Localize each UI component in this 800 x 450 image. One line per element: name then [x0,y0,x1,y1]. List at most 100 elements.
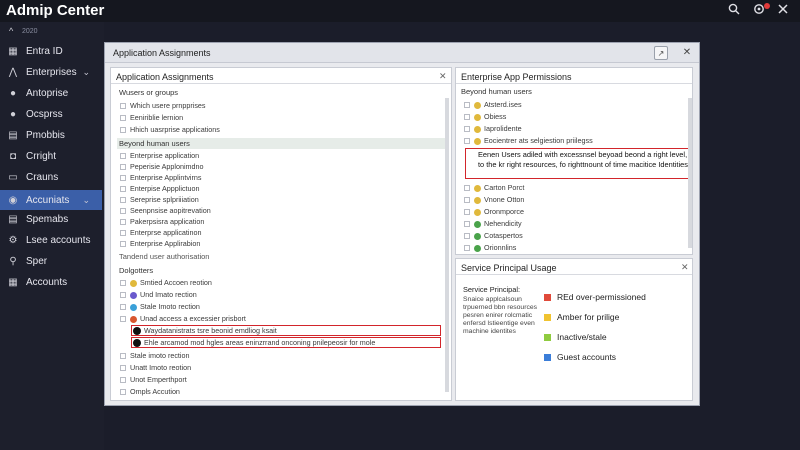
sidebar-item-label: Accounts [26,276,68,288]
sidebar-item-label: Enterprises [26,66,77,78]
users-icon: ⚙ [8,234,18,246]
section-users-groups: Wusers or groups [119,88,179,97]
close-icon[interactable] [775,3,791,19]
shield-icon: ◘ [9,150,17,162]
list-item[interactable]: Enterprise application [120,151,199,161]
list-item[interactable]: Oronmporce [464,207,524,217]
section-footer-note: Tandend user authorisation [119,252,210,261]
status-dot-icon [474,196,481,204]
scrollbar[interactable] [445,98,449,392]
permission-note-text: Eenen Users adiled with excessnsel beyoa… [478,150,690,169]
list-item[interactable]: Sereprise splpriiiation [120,195,199,205]
grid-icon: ▦ [8,45,18,57]
list-item[interactable]: Atsterd.ises [464,100,522,110]
status-dot-icon [474,208,481,216]
sidebar-item-spemabs[interactable]: ▤ Spemabs [0,209,102,229]
list-item[interactable]: Pakerpsisra application [120,217,204,227]
panel-title: Application Assignments [116,72,214,82]
close-icon[interactable]: ✕ [681,262,689,273]
list-item-highlighted[interactable]: Waydatanistrats tsre beonid emdliog ksai… [133,326,277,336]
dialog-title: Application Assignments [113,48,211,58]
list-item[interactable]: Eocientrer ats selgiestion priilegss [464,136,593,146]
status-dot-icon [474,184,481,192]
list-item[interactable]: Carton Porct [464,183,524,193]
list-item[interactable]: Enterpise Appplictuon [120,184,200,194]
status-dot-icon [474,101,481,109]
list-item[interactable]: Ompls Accution [120,387,180,397]
description-line: trpuerned bbn resources [463,304,538,311]
expand-icon[interactable]: ↗ [654,46,668,60]
user-icon: ● [9,87,17,99]
sidebar-item-enterprises[interactable]: ⋀ Enterprises ⌄ [0,62,102,82]
section-beyond-human-users: Beyond human users [119,139,190,148]
doc-icon: ▤ [8,129,18,141]
status-dot-icon [130,315,137,323]
sidebar-item-lsee-accounts[interactable]: ⚙ Lsee accounts [0,230,102,250]
status-dot-icon [474,125,481,133]
sidebar-item-label: Ocsprss [26,108,63,120]
list-item[interactable]: Hhich uasrprise applications [120,125,220,135]
status-dot-icon [130,279,137,287]
service-principal-title: Service Principal: [463,285,521,294]
sidebar-item-ocsprss[interactable]: ● Ocsprss [0,104,102,124]
highlighted-permission-note: Eenen Users adiled with excessnsel beyoa… [465,148,691,179]
close-dialog-button[interactable]: ✕ [680,46,694,60]
sidebar-item-label: Spemabs [26,213,69,225]
sidebar-item-label: Sper [26,255,48,267]
list-item[interactable]: Und Imato rection [120,290,197,300]
caret-icon: ⋀ [8,66,18,78]
sidebar-item-accounts[interactable]: ▦ Accounts [0,272,102,292]
status-dot-icon [474,232,481,240]
legend-label: Amber for prilige [557,312,620,322]
list-item[interactable]: Seenpnsise aopitrevation [120,206,211,216]
list-item[interactable]: Unad access a excessier prisbort [120,314,246,324]
list-item[interactable]: Enterprise Applintvirns [120,173,202,183]
list-item[interactable]: Unot Emperthport [120,375,187,385]
list-item[interactable]: Eeniriblie lernion [120,113,183,123]
list-item[interactable]: Iaprolidente [464,124,522,134]
dialog-header: Application Assignments ↗ ✕ [105,43,699,63]
search-icon[interactable] [726,3,742,19]
close-icon[interactable]: ✕ [439,71,447,82]
collapse-chevron-icon[interactable]: ^ [9,26,13,36]
list-item[interactable]: Vnone Otton [464,195,524,205]
sidebar-item-label: Crauns [26,171,59,183]
list-item[interactable]: Enterprse applicatinon [120,228,202,238]
list-item[interactable]: Unatt Imoto reotion [120,363,191,373]
sidebar-item-crright[interactable]: ◘ Crright [0,146,102,166]
sidebar-item-label: Entra ID [26,45,63,57]
search-icon: ⚲ [9,255,17,267]
list-item[interactable]: Orionnlins [464,243,516,253]
sidebar-item-crauns[interactable]: ▭ Crauns [0,167,102,187]
sidebar-item-antoprise[interactable]: ● Antoprise [0,83,102,103]
sidebar-item-label: Accuniats [26,194,70,206]
list-item[interactable]: Peperisie Applonimdno [120,162,204,172]
chevron-down-icon: ⌄ [82,194,90,205]
list-item[interactable]: Obiess [464,112,506,122]
list-item[interactable]: Cotaspertos [464,231,523,241]
service-principal-usage-panel: Service Principal Usage ✕ Service Princi… [455,258,693,401]
application-assignments-dialog: Application Assignments ↗ ✕ Application … [104,42,700,406]
status-dot-icon [474,220,481,228]
user-icon: ● [9,108,17,120]
list-item[interactable]: Nehendicity [464,219,522,229]
list-item[interactable]: Which usere prnpprises [120,101,206,111]
status-dot-icon [474,113,481,121]
enterprise-app-permissions-panel: Enterprise App Permissions Beyond human … [455,67,693,255]
list-item[interactable]: Enterprise Applirabion [120,239,200,249]
sidebar-item-pmobbis[interactable]: ▤ Pmobbis [0,125,102,145]
scrollbar[interactable] [688,98,692,248]
notification-badge [764,3,770,9]
list-item[interactable]: Stale Imoto rection [120,302,200,312]
sidebar-item-sper[interactable]: ⚲ Sper [0,251,102,271]
legend-label: Guest accounts [557,352,617,362]
legend-swatch-blue [544,354,551,361]
list-item[interactable]: Stale imoto rection [120,351,190,361]
accounts-icon: ◉ [8,194,18,206]
grid-icon: ▦ [8,276,18,288]
sidebar-item-entra-id[interactable]: ▦ Entra ID [0,41,102,61]
sidebar-item-accuniats[interactable]: ◉ Accuniats ⌄ [0,190,102,210]
list-item[interactable]: Smtied Accoen reotion [120,278,212,288]
list-item-highlighted[interactable]: Ehle arcamod mod hgles areas eninzrrand … [133,338,375,348]
folder-icon: ▭ [8,171,18,183]
